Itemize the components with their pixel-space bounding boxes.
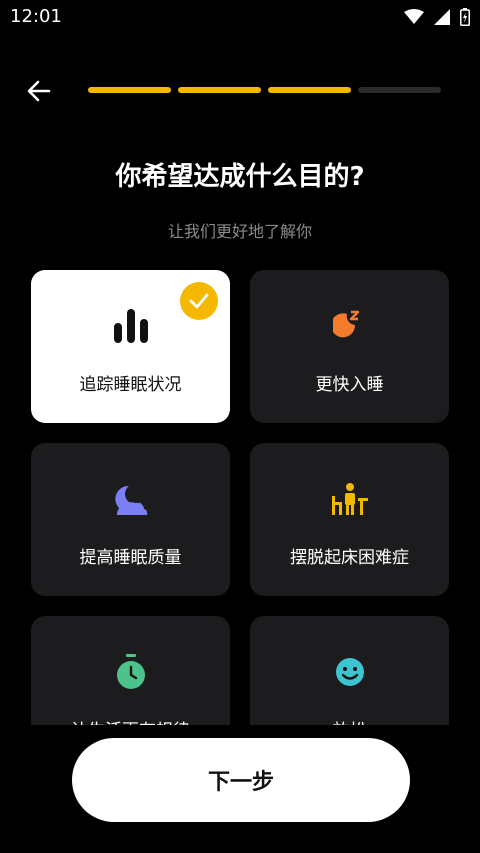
goal-option-label: 摆脱起床困难症 xyxy=(290,548,409,568)
goal-option-improve-quality[interactable]: 提高睡眠质量 xyxy=(31,443,230,596)
goal-option-relax[interactable]: 放松 xyxy=(250,616,449,725)
goal-options-list[interactable]: 追踪睡眠状况 更快入睡 提高睡眠质量 摆脱起床困难症 xyxy=(31,270,451,725)
goal-option-regular-routine[interactable]: 让生活更有规律 xyxy=(31,616,230,725)
progress-segment xyxy=(178,87,261,93)
smile-icon xyxy=(330,652,370,692)
status-time: 12:01 xyxy=(10,6,62,27)
page-subtitle: 让我们更好地了解你 xyxy=(167,222,312,241)
goal-option-label: 放松 xyxy=(333,716,367,725)
bar-chart-icon xyxy=(111,306,151,346)
top-navigation xyxy=(0,70,480,110)
stopwatch-icon xyxy=(111,652,151,692)
goal-option-overcome-waking-difficulty[interactable]: 摆脱起床困难症 xyxy=(250,443,449,596)
progress-segment xyxy=(88,87,171,93)
progress-segment xyxy=(358,87,441,93)
page-title: 你希望达成什么目的? xyxy=(115,162,365,192)
step-progress-bar xyxy=(88,87,441,93)
next-step-button[interactable]: 下一步 xyxy=(72,738,410,822)
wifi-icon xyxy=(404,9,424,24)
status-bar: 12:01 xyxy=(0,0,480,34)
back-button[interactable] xyxy=(22,76,56,106)
next-step-label: 下一步 xyxy=(207,770,274,795)
moon-zz-icon xyxy=(330,306,370,346)
status-icons xyxy=(404,8,470,26)
moon-cloud-icon xyxy=(111,479,151,519)
goal-option-fall-asleep-faster[interactable]: 更快入睡 xyxy=(250,270,449,423)
goal-option-track-sleep[interactable]: 追踪睡眠状况 xyxy=(31,270,230,423)
battery-icon xyxy=(460,8,470,26)
goal-option-label: 更快入睡 xyxy=(315,375,384,395)
checkmark-icon xyxy=(180,282,218,320)
goal-option-label: 提高睡眠质量 xyxy=(79,548,182,568)
goal-option-label: 让生活更有规律 xyxy=(71,716,190,725)
goal-option-label: 追踪睡眠状况 xyxy=(79,375,182,395)
signal-icon xyxy=(434,9,450,25)
person-desk-icon xyxy=(330,479,370,519)
progress-segment xyxy=(268,87,351,93)
arrow-left-icon xyxy=(27,80,51,102)
